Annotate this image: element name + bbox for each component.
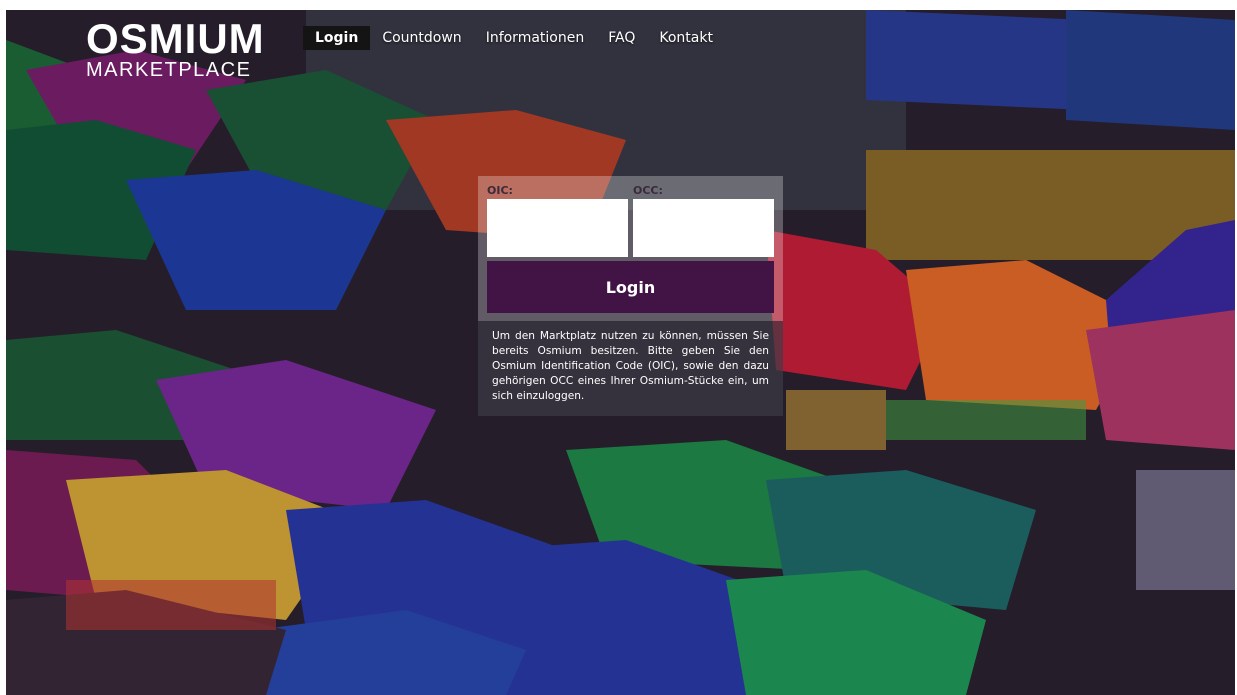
occ-label: OCC: [633,184,663,197]
occ-field-group: OCC: [633,183,774,257]
login-form: OIC: OCC: Login [478,176,783,321]
page-stage: OSMIUM MARKETPLACE Login Countdown Infor… [6,10,1235,695]
logo-wordmark: OSMIUM [86,15,265,62]
logo-subtitle: MARKETPLACE [86,59,252,81]
nav-item-informationen[interactable]: Informationen [474,26,597,50]
nav-item-kontakt[interactable]: Kontakt [647,26,725,50]
login-panel: OIC: OCC: Login Um den Marktplatz nutzen… [478,176,783,416]
login-info-text: Um den Marktplatz nutzen zu können, müss… [478,321,783,416]
oic-label: OIC: [487,184,513,197]
nav-item-login[interactable]: Login [303,26,371,50]
nav-item-countdown[interactable]: Countdown [370,26,473,50]
nav-item-faq[interactable]: FAQ [596,26,647,50]
main-navigation: Login Countdown Informationen FAQ Kontak… [303,26,725,50]
oic-input[interactable] [487,199,628,257]
occ-input[interactable] [633,199,774,257]
oic-field-group: OIC: [487,183,628,257]
login-fields: OIC: OCC: [487,183,774,257]
login-button[interactable]: Login [487,261,774,313]
osmium-logo[interactable]: OSMIUM MARKETPLACE [86,15,265,81]
